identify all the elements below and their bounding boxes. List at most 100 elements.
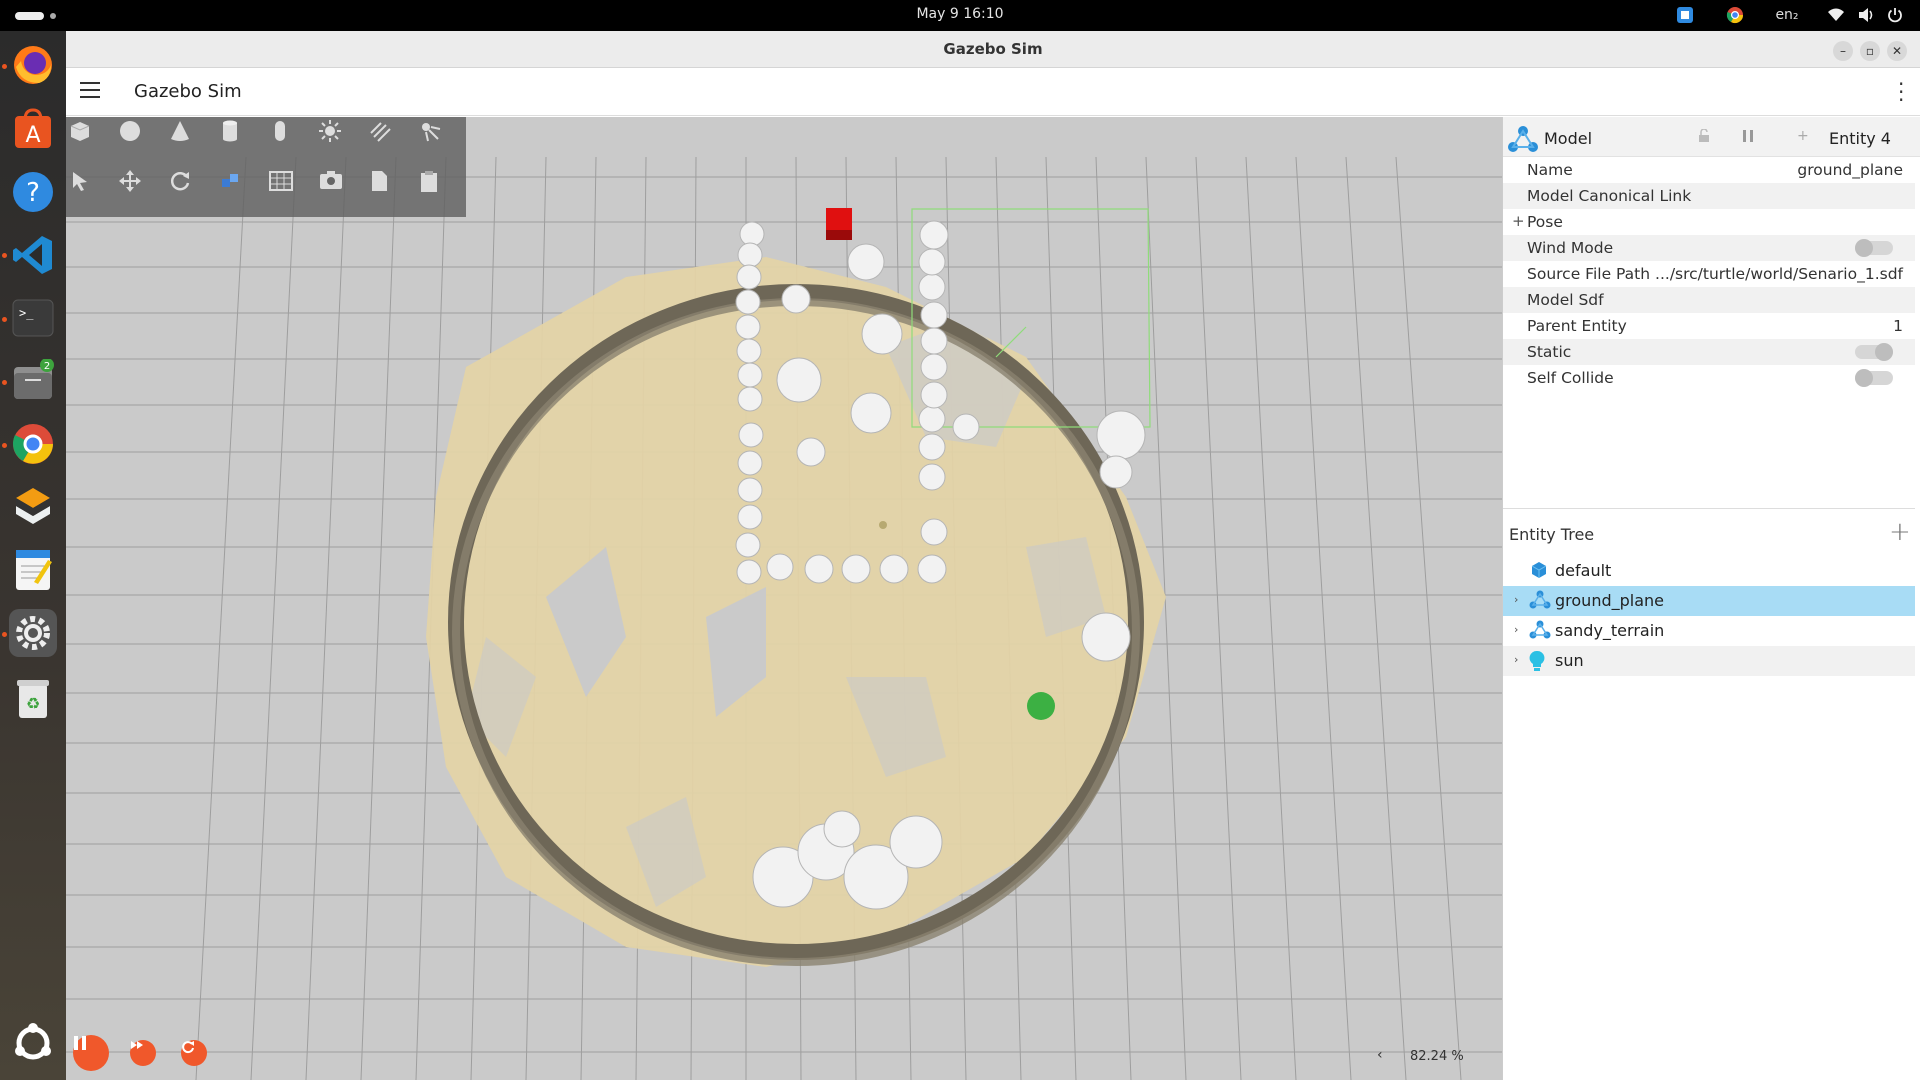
tree-item-ground-plane[interactable]: › ground_plane [1503, 586, 1915, 616]
svg-text:2: 2 [44, 361, 50, 372]
trash-icon[interactable]: ♻ [9, 674, 57, 722]
more-options-icon[interactable]: · · · [1898, 74, 1904, 110]
close-button[interactable]: ✕ [1887, 41, 1907, 61]
rotate-tool-icon[interactable] [168, 169, 206, 207]
expand-arrow-icon[interactable]: › [1514, 593, 1518, 606]
model-icon [1529, 620, 1551, 644]
point-light-icon[interactable] [318, 119, 356, 157]
toggle-knob [1875, 343, 1893, 361]
property-row[interactable]: Model Canonical Link [1503, 183, 1915, 209]
select-tool-icon[interactable] [68, 169, 106, 207]
spot-light-icon[interactable] [418, 119, 456, 157]
property-row[interactable]: Name ground_plane [1503, 157, 1915, 183]
expand-icon[interactable]: + [1512, 212, 1525, 230]
system-top-bar: May 9 16:10 en₂ [0, 0, 1920, 31]
window-title: Gazebo Sim [943, 40, 1043, 58]
maximize-button[interactable]: ▫ [1860, 41, 1880, 61]
tree-item-default[interactable]: default [1503, 556, 1915, 586]
copy-icon[interactable] [368, 169, 406, 207]
grid-snap-icon[interactable] [268, 169, 306, 207]
entity-tree-title: Entity Tree [1509, 525, 1595, 544]
help-icon[interactable]: ? [9, 168, 57, 216]
pause-updates-icon[interactable] [1741, 129, 1755, 147]
real-time-factor: 82.24 % [1410, 1049, 1464, 1064]
settings-icon[interactable] [9, 609, 57, 657]
minimize-button[interactable]: – [1833, 41, 1853, 61]
property-row[interactable]: Parent Entity 1 [1503, 313, 1915, 339]
sphere-shape-icon[interactable] [118, 119, 156, 157]
power-icon[interactable] [1884, 4, 1906, 26]
property-row[interactable]: Wind Mode [1503, 235, 1915, 261]
paste-icon[interactable] [418, 169, 456, 207]
property-label: Parent Entity [1527, 317, 1627, 335]
files-icon[interactable]: 2 [9, 357, 57, 405]
scene-3d-view[interactable]: ‹ 82.24 % [66, 117, 1502, 1080]
stats-toggle-chevron[interactable]: ‹ [1377, 1047, 1383, 1063]
green-ball [1027, 692, 1055, 720]
hamburger-menu-icon[interactable] [80, 82, 100, 100]
keyboard-layout[interactable]: en₂ [1772, 4, 1802, 26]
app-center-icon[interactable]: A [9, 105, 57, 153]
translate-tool-icon[interactable] [118, 169, 156, 207]
svg-text:>_: >_ [19, 306, 34, 320]
pause-button[interactable] [73, 1035, 109, 1071]
tree-item-label: sun [1555, 651, 1584, 670]
sublime-merge-icon[interactable] [9, 483, 57, 531]
tree-item-label: sandy_terrain [1555, 621, 1665, 640]
cylinder-shape-icon[interactable] [218, 119, 256, 157]
screen-share-icon[interactable] [1674, 4, 1696, 26]
property-toggle[interactable] [1855, 239, 1893, 257]
property-row[interactable]: Self Collide [1503, 365, 1915, 391]
property-label: Source File Path [1527, 265, 1651, 283]
robot-marker [879, 521, 887, 529]
property-label: Model Sdf [1527, 291, 1604, 309]
running-indicator [2, 443, 7, 448]
light-icon [1529, 650, 1545, 676]
expand-arrow-icon[interactable]: › [1514, 653, 1518, 666]
component-inspector-header: Model + Entity 4 [1503, 117, 1920, 157]
screenshot-icon[interactable] [318, 169, 356, 207]
text-editor-icon[interactable] [9, 546, 57, 594]
app-title: Gazebo Sim [134, 81, 242, 102]
show-apps-icon[interactable] [9, 1019, 57, 1067]
entity-id: Entity 4 [1829, 129, 1891, 148]
property-value: ground_plane [1797, 161, 1903, 179]
property-toggle[interactable] [1855, 343, 1893, 361]
property-toggle[interactable] [1855, 369, 1893, 387]
window-titlebar[interactable]: Gazebo Sim – ▫ ✕ [66, 31, 1920, 68]
running-indicator [2, 64, 7, 69]
add-component-icon[interactable]: + [1797, 128, 1809, 144]
tree-item-sandy-terrain[interactable]: › sandy_terrain [1503, 616, 1915, 646]
terminal-icon[interactable]: >_ [9, 294, 57, 342]
scene-render[interactable] [66, 117, 1502, 1080]
wifi-icon[interactable] [1826, 4, 1846, 26]
running-indicator [2, 317, 7, 322]
tree-item-sun[interactable]: › sun [1503, 646, 1915, 676]
box-shape-icon[interactable] [68, 119, 106, 157]
add-entity-icon[interactable]: + [1889, 517, 1911, 547]
lock-icon[interactable] [1697, 128, 1711, 147]
reset-button[interactable] [181, 1040, 207, 1066]
svg-text:A: A [25, 123, 40, 148]
property-row[interactable]: + Pose [1503, 209, 1915, 235]
expand-arrow-icon[interactable]: › [1514, 623, 1518, 636]
red-box-shadow [826, 230, 852, 240]
chrome-icon[interactable] [1724, 4, 1746, 26]
step-forward-button[interactable] [130, 1040, 156, 1066]
chrome-app-icon[interactable] [9, 420, 57, 468]
transform-control-icon[interactable] [218, 169, 256, 207]
toggle-knob [1855, 239, 1873, 257]
volume-icon[interactable] [1856, 4, 1878, 26]
app-toolbar: Gazebo Sim · · · [66, 68, 1920, 116]
cone-shape-icon[interactable] [168, 119, 206, 157]
property-row[interactable]: Model Sdf [1503, 287, 1915, 313]
property-row[interactable]: Source File Path .../src/turtle/world/Sen… [1503, 261, 1915, 287]
running-indicator [2, 253, 7, 258]
clock[interactable]: May 9 16:10 [0, 6, 1920, 22]
firefox-icon[interactable] [9, 41, 57, 89]
world-icon [1529, 560, 1549, 584]
capsule-shape-icon[interactable] [268, 119, 306, 157]
directional-light-icon[interactable] [368, 119, 406, 157]
property-row[interactable]: Static [1503, 339, 1915, 365]
vscode-icon[interactable] [9, 231, 57, 279]
